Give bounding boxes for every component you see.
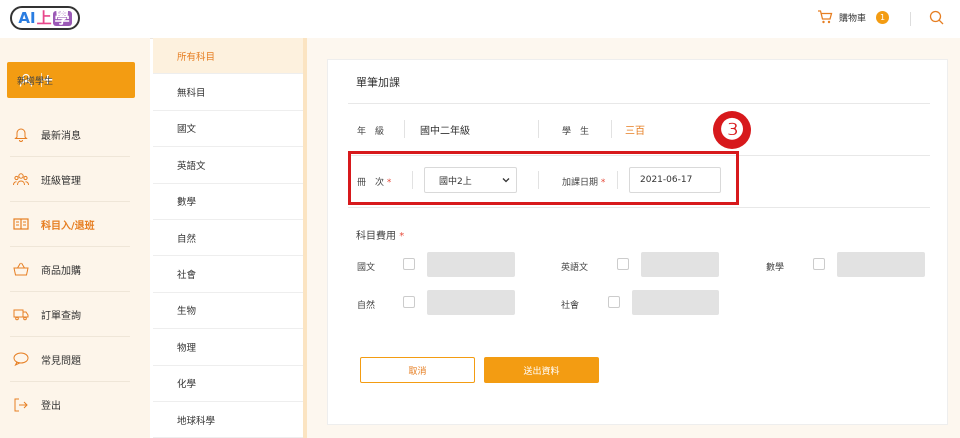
fee-label-social: 社會	[561, 301, 580, 311]
grade-value: 國中二年級	[420, 126, 470, 137]
fee-field-chinese	[427, 252, 515, 277]
subject-item-biology[interactable]: 生物	[153, 293, 303, 330]
sidebar-item-label: 班級管理	[41, 175, 81, 187]
search-icon[interactable]	[929, 10, 944, 25]
cart-icon	[818, 10, 833, 24]
book-icon	[13, 218, 29, 230]
truck-icon	[13, 309, 29, 321]
fee-field-english	[641, 252, 719, 277]
sidebar-item-faq[interactable]: 常見問題	[10, 337, 130, 382]
student-separator	[611, 120, 612, 138]
subject-item-physics[interactable]: 物理	[153, 329, 303, 366]
sidebar-item-enroll[interactable]: 科目入/退班	[10, 202, 130, 247]
fee-label-chinese: 國文	[357, 263, 376, 273]
sidebar: 新增學生 + 最新消息 班級管理 科目入/退班 商品加購 訂單查詢 常見問題 登…	[0, 38, 150, 438]
subject-item-all[interactable]: 所有科目	[153, 38, 303, 75]
student-label: 學 生	[562, 127, 590, 137]
subject-item-chinese[interactable]: 國文	[153, 111, 303, 148]
add-student-button[interactable]: 新增學生 +	[7, 62, 135, 98]
fee-field-science	[427, 290, 515, 315]
sidebar-menu: 最新消息 班級管理 科目入/退班 商品加購 訂單查詢 常見問題 登出	[0, 112, 140, 427]
cart-button[interactable]: 購物車 1	[817, 10, 890, 24]
cart-label: 購物車	[839, 13, 867, 24]
group-icon	[13, 173, 29, 186]
fee-checkbox-science[interactable]	[403, 296, 415, 308]
required-mark: *	[399, 231, 405, 242]
student-separator-left	[538, 120, 539, 138]
add-student-label: 新增學生	[17, 76, 54, 87]
fee-field-social	[632, 290, 719, 315]
sidebar-item-label: 訂單查詢	[41, 310, 81, 322]
logo-part-xue: 學	[52, 8, 72, 27]
cancel-button[interactable]: 取消	[360, 357, 475, 383]
fee-label-english: 英語文	[561, 263, 589, 273]
title-divider	[348, 103, 930, 104]
sidebar-item-logout[interactable]: 登出	[10, 382, 130, 427]
sidebar-item-label: 常見問題	[41, 355, 81, 367]
logo-part-shang: 上	[36, 8, 52, 27]
fee-field-math	[837, 252, 925, 277]
logo-part-ai: AI	[18, 8, 36, 27]
logout-icon	[14, 398, 28, 411]
subject-item-science[interactable]: 自然	[153, 220, 303, 257]
row-divider-2	[348, 207, 930, 208]
grade-separator	[404, 120, 405, 138]
subject-item-english[interactable]: 英語文	[153, 147, 303, 184]
header-divider	[910, 12, 911, 26]
fee-checkbox-english[interactable]	[617, 258, 629, 270]
bell-icon	[14, 128, 28, 142]
submit-button[interactable]: 送出資料	[484, 357, 599, 383]
subject-item-math[interactable]: 數學	[153, 184, 303, 220]
fee-label-science: 自然	[357, 301, 376, 311]
sidebar-item-shop[interactable]: 商品加購	[10, 247, 130, 292]
grade-label: 年 級	[357, 127, 385, 137]
sidebar-item-label: 最新消息	[41, 130, 81, 142]
sidebar-item-news[interactable]: 最新消息	[10, 112, 130, 157]
sidebar-item-class[interactable]: 班級管理	[10, 157, 130, 202]
sidebar-item-label: 科目入/退班	[41, 220, 95, 232]
fee-label-math: 數學	[766, 263, 785, 273]
sidebar-item-label: 登出	[41, 401, 61, 412]
sidebar-item-orders[interactable]: 訂單查詢	[10, 292, 130, 337]
fee-checkbox-math[interactable]	[813, 258, 825, 270]
fees-label-text: 科目費用	[356, 231, 396, 242]
chat-icon	[13, 352, 29, 367]
subject-list: 所有科目 無科目 國文 英語文 數學 自然 社會 生物 物理 化學 地球科學	[153, 38, 303, 438]
highlight-box	[348, 151, 739, 205]
basket-icon	[13, 262, 29, 276]
cart-count-badge: 1	[876, 10, 890, 24]
subject-item-earth-science[interactable]: 地球科學	[153, 402, 303, 438]
sidebar-item-label: 商品加購	[41, 265, 81, 277]
fee-checkbox-social[interactable]	[608, 296, 620, 308]
fee-checkbox-chinese[interactable]	[403, 258, 415, 270]
subject-item-social[interactable]: 社會	[153, 256, 303, 293]
fees-label: 科目費用 *	[356, 227, 404, 242]
app-logo[interactable]: AI 上 學	[10, 6, 80, 30]
subject-item-none[interactable]: 無科目	[153, 74, 303, 111]
subject-item-chemistry[interactable]: 化學	[153, 366, 303, 402]
student-value: 三百	[625, 126, 645, 137]
top-header: AI 上 學 購物車 1	[0, 0, 960, 39]
step-number-badge: ❸	[713, 111, 751, 149]
page-title: 單筆加課	[356, 76, 400, 89]
